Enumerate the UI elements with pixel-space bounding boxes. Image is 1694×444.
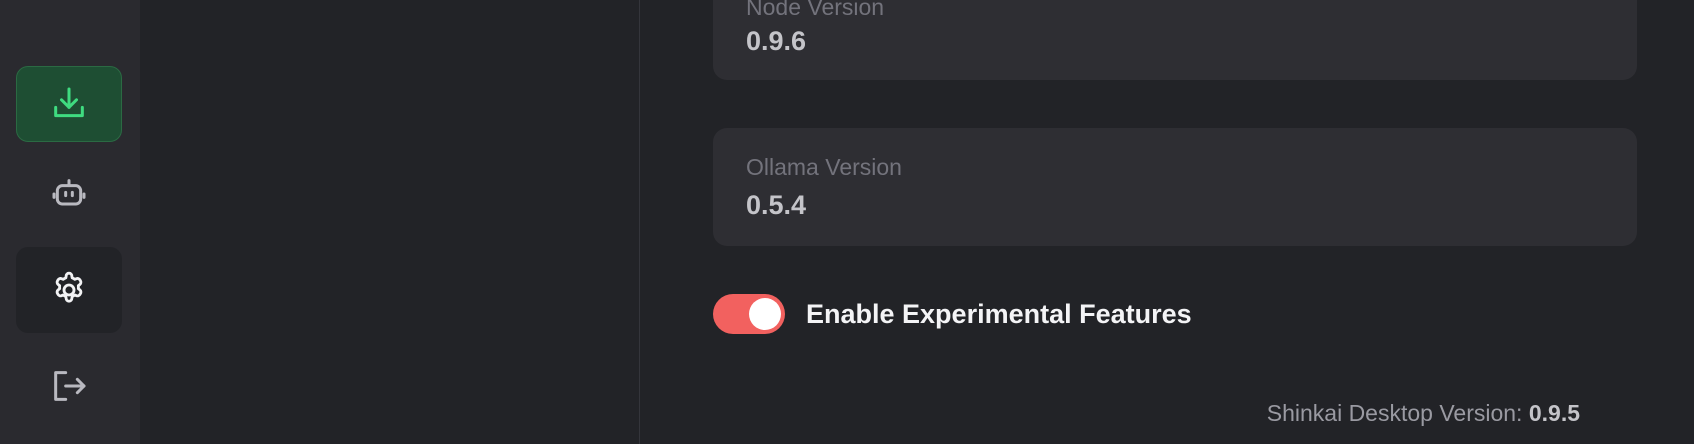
node-version-label: Node Version <box>746 0 885 20</box>
app-window: Node Version 0.9.6 Ollama Version 0.5.4 … <box>0 0 1694 444</box>
toggle-knob <box>749 298 781 330</box>
node-version-value: 0.9.6 <box>746 26 807 56</box>
agents-button[interactable] <box>16 156 122 232</box>
settings-content: Node Version 0.9.6 Ollama Version 0.5.4 … <box>713 0 1637 444</box>
experimental-features-row: Enable Experimental Features <box>713 294 1192 334</box>
secondary-panel <box>140 0 640 444</box>
robot-icon <box>49 174 89 214</box>
node-version-card: Node Version 0.9.6 <box>713 0 1637 80</box>
experimental-features-toggle[interactable] <box>713 294 785 334</box>
experimental-features-label[interactable]: Enable Experimental Features <box>806 299 1192 330</box>
download-button[interactable] <box>16 66 122 142</box>
logout-icon <box>49 366 89 406</box>
download-icon <box>49 84 89 124</box>
desktop-version: Shinkai Desktop Version: 0.9.5 <box>1267 400 1580 427</box>
ollama-version-value: 0.5.4 <box>746 190 807 220</box>
ollama-version-card: Ollama Version 0.5.4 <box>713 128 1637 246</box>
gear-icon <box>49 270 89 310</box>
settings-button[interactable] <box>16 247 122 333</box>
desktop-version-value: 0.9.5 <box>1528 400 1580 426</box>
sidebar-rail <box>0 0 140 444</box>
desktop-version-label: Shinkai Desktop Version: <box>1266 400 1523 426</box>
ollama-version-label: Ollama Version <box>746 154 902 180</box>
logout-button[interactable] <box>16 348 122 424</box>
